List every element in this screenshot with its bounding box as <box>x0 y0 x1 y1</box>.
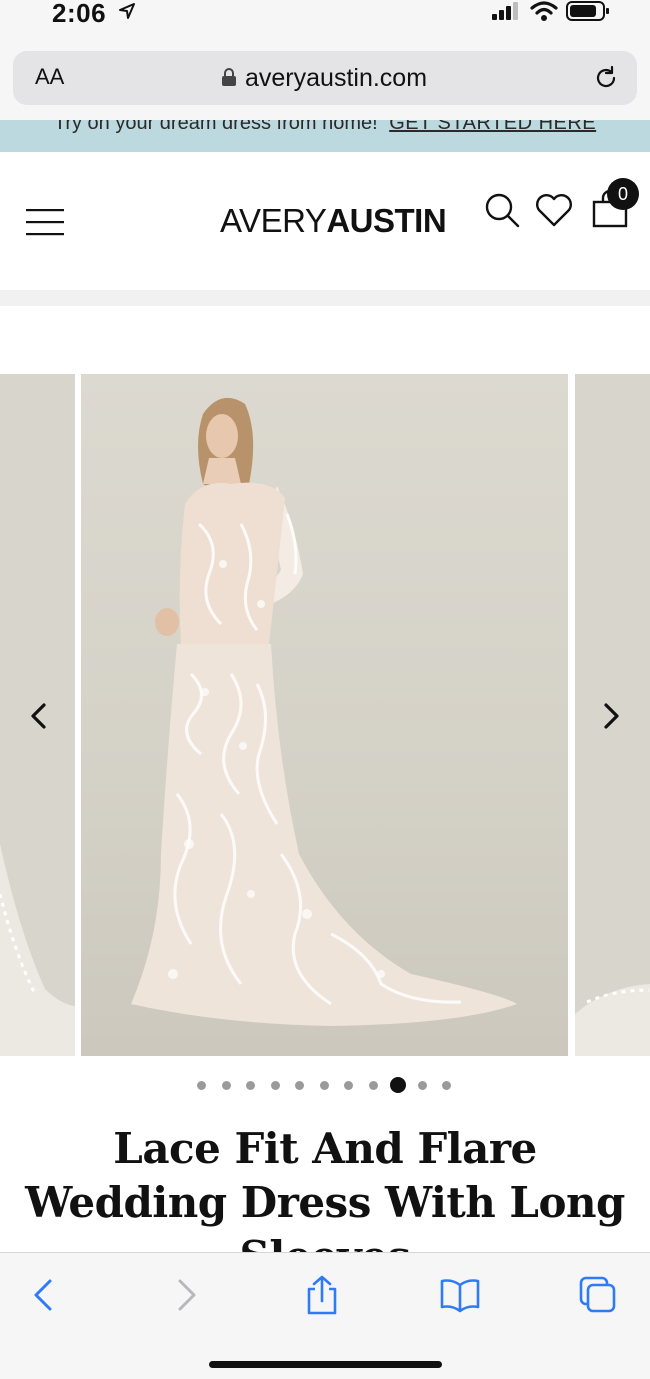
home-indicator <box>209 1361 442 1368</box>
carousel-dot[interactable] <box>221 1081 231 1090</box>
carousel-dot[interactable] <box>368 1081 378 1090</box>
site-header: AVERYAUSTIN 0 <box>0 152 650 290</box>
main-product-image[interactable] <box>81 374 568 1056</box>
browser-address-area: AA averyaustin.com <box>0 48 650 120</box>
carousel-dot[interactable] <box>389 1077 406 1093</box>
carousel-dot[interactable] <box>246 1081 255 1090</box>
reload-icon[interactable] <box>593 65 619 91</box>
bookmarks-icon[interactable] <box>440 1275 480 1315</box>
forward-icon[interactable] <box>166 1275 206 1315</box>
chevron-right-icon[interactable] <box>600 702 622 730</box>
wifi-icon <box>530 1 558 21</box>
promo-banner: Try on your dream dress from home! GET S… <box>0 120 650 152</box>
back-icon[interactable] <box>24 1275 64 1315</box>
carousel-dot[interactable] <box>295 1081 304 1090</box>
wedding-dress-photo <box>131 397 517 1026</box>
header-divider <box>0 290 650 306</box>
share-icon[interactable] <box>302 1275 342 1315</box>
address-bar[interactable]: AA averyaustin.com <box>13 51 637 105</box>
status-time: 2:06 <box>52 0 107 28</box>
carousel-dot[interactable] <box>344 1081 353 1090</box>
cart-count-badge: 0 <box>607 178 639 210</box>
logo-austin: AUSTIN <box>326 202 447 239</box>
lock-icon <box>222 68 236 86</box>
search-icon[interactable] <box>484 192 520 228</box>
status-bar: 2:06 <box>0 0 650 48</box>
promo-text-row: Try on your dream dress from home! GET S… <box>0 120 650 135</box>
reader-settings-button[interactable]: AA <box>35 64 64 90</box>
carousel-dot[interactable] <box>270 1081 280 1090</box>
tabs-icon[interactable] <box>578 1275 618 1315</box>
carousel-dot[interactable] <box>442 1081 451 1090</box>
product-image-carousel[interactable] <box>0 374 650 1056</box>
promo-text: Try on your dream dress from home! <box>53 120 378 134</box>
carousel-pagination[interactable] <box>0 1076 650 1096</box>
chevron-left-icon[interactable] <box>28 702 50 730</box>
heart-icon[interactable] <box>535 192 573 228</box>
location-arrow-icon <box>119 3 135 19</box>
browser-toolbar <box>0 1252 650 1379</box>
logo-avery: AVERY <box>220 202 327 239</box>
carousel-dot[interactable] <box>197 1081 206 1090</box>
cellular-signal-icon <box>492 2 518 20</box>
battery-icon <box>566 1 609 21</box>
hamburger-menu-icon[interactable] <box>26 208 64 236</box>
promo-link[interactable]: GET STARTED HERE <box>389 120 596 134</box>
carousel-dot[interactable] <box>417 1081 427 1090</box>
carousel-dot[interactable] <box>319 1081 329 1090</box>
site-logo[interactable]: AVERYAUSTIN <box>220 202 447 240</box>
url-text[interactable]: averyaustin.com <box>245 64 427 93</box>
